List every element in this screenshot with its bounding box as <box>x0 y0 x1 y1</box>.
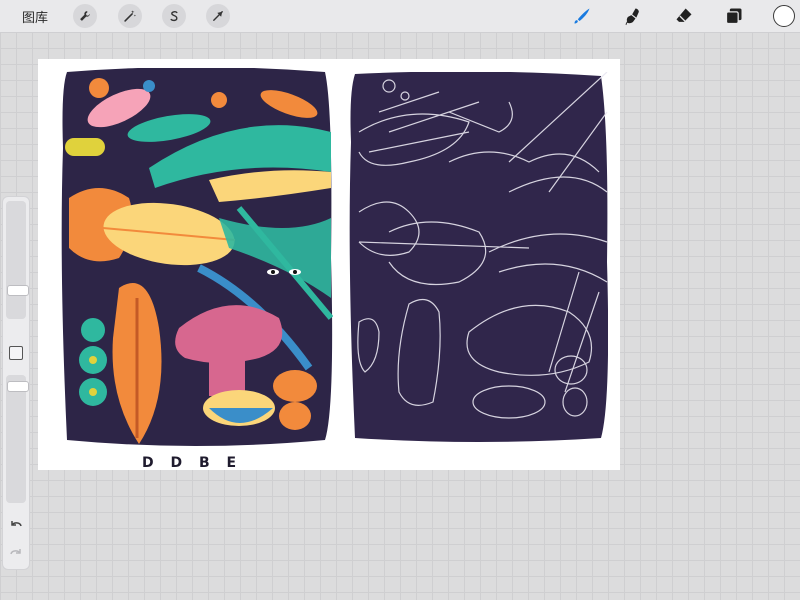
sketch-illustration <box>349 72 608 442</box>
opacity-thumb[interactable] <box>7 381 29 392</box>
layers-icon[interactable] <box>722 4 746 28</box>
color-illustration <box>61 68 333 446</box>
arrow-cursor-icon[interactable] <box>206 4 230 28</box>
top-toolbar: 图库 <box>0 0 800 33</box>
color-picker-button[interactable] <box>773 5 795 27</box>
opacity-slider[interactable] <box>6 375 29 503</box>
redo-icon[interactable] <box>8 545 24 561</box>
square-icon[interactable] <box>9 346 23 360</box>
magic-wand-icon[interactable] <box>118 4 142 28</box>
brush-size-thumb[interactable] <box>7 285 29 296</box>
undo-icon[interactable] <box>8 517 24 533</box>
eraser-icon[interactable] <box>672 4 696 28</box>
selection-s-icon[interactable] <box>162 4 186 28</box>
canvas-bottom-letters: D D B E <box>142 455 243 471</box>
gallery-button[interactable]: 图库 <box>22 7 48 26</box>
side-panel <box>2 196 30 570</box>
brush-icon[interactable] <box>570 4 594 28</box>
brush-size-slider[interactable] <box>6 201 29 319</box>
smudge-icon[interactable] <box>621 4 645 28</box>
wrench-icon[interactable] <box>73 4 97 28</box>
